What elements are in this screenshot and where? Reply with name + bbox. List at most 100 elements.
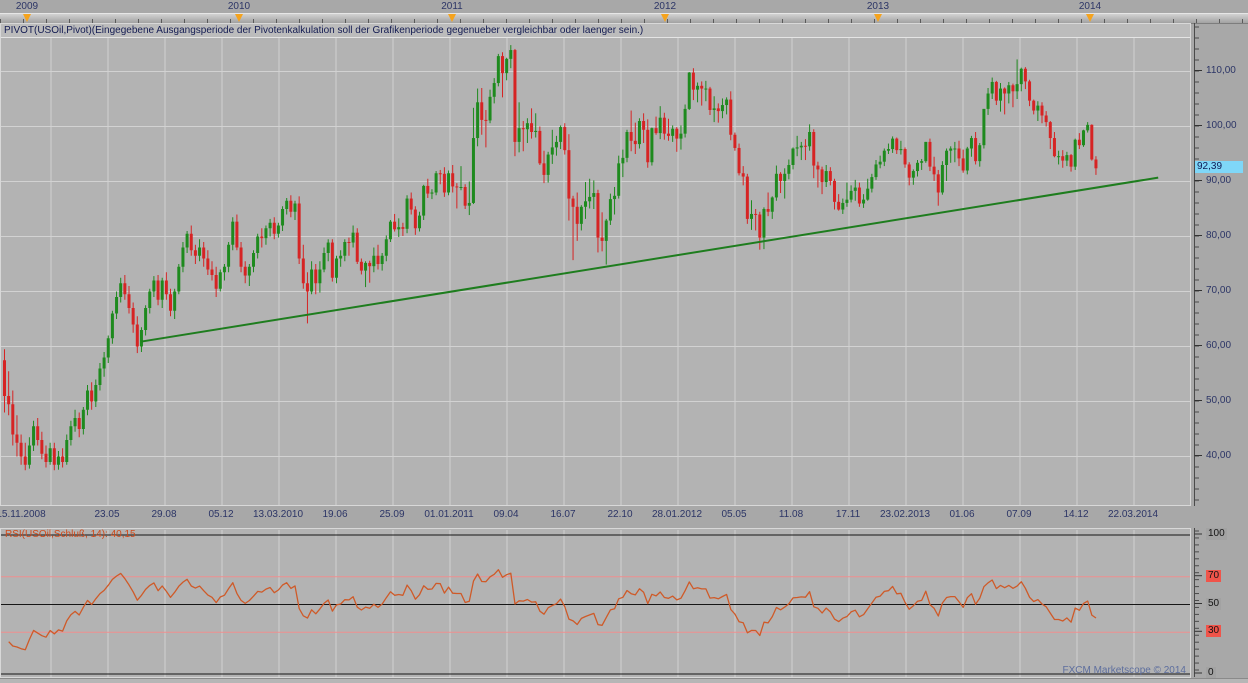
- price-tick-label: 60,00: [1206, 340, 1231, 352]
- candle: [24, 457, 27, 465]
- candle: [45, 454, 48, 462]
- candle: [1065, 155, 1068, 161]
- candle: [406, 199, 409, 229]
- candle: [256, 237, 259, 254]
- candle: [675, 129, 678, 139]
- candle: [974, 138, 977, 161]
- candle: [397, 227, 400, 229]
- candle: [663, 118, 666, 134]
- price-tick-label: 110,00: [1206, 65, 1236, 77]
- rsi-tick-label: 70: [1206, 570, 1221, 582]
- candle: [298, 204, 301, 259]
- candle: [567, 150, 570, 198]
- candle: [347, 242, 350, 243]
- candle: [995, 82, 998, 101]
- candle: [609, 199, 612, 220]
- candle: [684, 109, 687, 134]
- price-tick-label: 40,00: [1206, 450, 1231, 462]
- candle: [767, 209, 770, 212]
- candle: [464, 187, 467, 206]
- rsi-indicator-label: RSI(USOil,Schluß, 14): 40,15: [5, 529, 136, 540]
- candle: [572, 199, 575, 207]
- candle: [667, 134, 670, 136]
- candle: [476, 102, 479, 138]
- candle: [82, 410, 85, 429]
- candle: [1007, 85, 1010, 93]
- date-tick-label: 29.08: [151, 509, 176, 521]
- candle: [696, 86, 699, 90]
- candle: [850, 191, 853, 200]
- candle: [32, 426, 35, 445]
- candle: [343, 242, 346, 256]
- candle: [858, 188, 861, 204]
- candle: [978, 145, 981, 161]
- candle: [152, 281, 155, 292]
- candle: [211, 270, 214, 276]
- candle: [551, 147, 554, 154]
- candle: [36, 426, 39, 440]
- candle: [779, 174, 782, 181]
- candle: [74, 418, 77, 426]
- candle: [53, 448, 56, 465]
- main-chart-plot[interactable]: PIVOT(USOil,Pivot)(Eingegebene Ausgangsp…: [0, 23, 1191, 506]
- candle: [165, 281, 168, 295]
- price-axis-column[interactable]: 92,39 110,00100,0090,0080,0070,0060,0050…: [1191, 0, 1248, 683]
- candle: [924, 142, 927, 161]
- candle: [879, 162, 882, 165]
- date-tick-label: 01.06: [949, 509, 974, 521]
- candle: [526, 123, 529, 129]
- candle: [1070, 155, 1073, 167]
- year-marker-icon: [235, 14, 243, 22]
- year-marker-icon: [23, 14, 31, 22]
- candle: [194, 250, 197, 256]
- year-label: 2012: [654, 1, 676, 13]
- candle: [57, 457, 60, 465]
- candle: [422, 186, 425, 216]
- candle: [808, 132, 811, 146]
- candle: [538, 131, 541, 163]
- date-tick-label: 13.03.2010: [253, 509, 303, 521]
- candle: [1036, 106, 1039, 111]
- candle: [294, 204, 297, 212]
- price-tick-label: 50,00: [1206, 395, 1231, 407]
- candle: [592, 193, 595, 197]
- candle: [1028, 81, 1031, 100]
- candle: [870, 177, 873, 189]
- candle: [28, 446, 31, 465]
- candle: [472, 138, 475, 203]
- candle: [982, 109, 985, 145]
- candle: [389, 222, 392, 240]
- candle: [385, 239, 388, 256]
- candle: [90, 391, 93, 402]
- candle: [543, 163, 546, 175]
- year-label: 2011: [441, 1, 463, 13]
- rsi-chart: [1, 529, 1190, 677]
- candle: [829, 171, 832, 181]
- candle: [443, 174, 446, 193]
- candle: [314, 270, 317, 284]
- candle: [393, 222, 396, 230]
- candle: [518, 128, 521, 142]
- year-label: 2014: [1079, 1, 1101, 13]
- candle: [1082, 130, 1085, 145]
- candle: [725, 100, 728, 106]
- rsi-pane[interactable]: RSI(USOil,Schluß, 14): 40,15 FXCM Market…: [0, 528, 1191, 678]
- scrollbar-track[interactable]: [0, 678, 1248, 683]
- date-tick-label: 05.05: [721, 509, 746, 521]
- candle: [269, 223, 272, 229]
- candle: [949, 149, 952, 151]
- candle: [227, 245, 230, 267]
- candle: [804, 146, 807, 147]
- rsi-tick-label: 50: [1206, 598, 1221, 610]
- candle: [596, 193, 599, 238]
- candle: [148, 292, 151, 309]
- candle: [468, 203, 471, 206]
- candle: [123, 283, 126, 294]
- candle: [410, 199, 413, 210]
- candle: [601, 238, 604, 241]
- candle: [671, 129, 674, 136]
- candle: [447, 173, 450, 192]
- date-tick-label: 15.11.2008: [0, 509, 46, 521]
- candle: [15, 435, 18, 443]
- candle: [186, 234, 189, 248]
